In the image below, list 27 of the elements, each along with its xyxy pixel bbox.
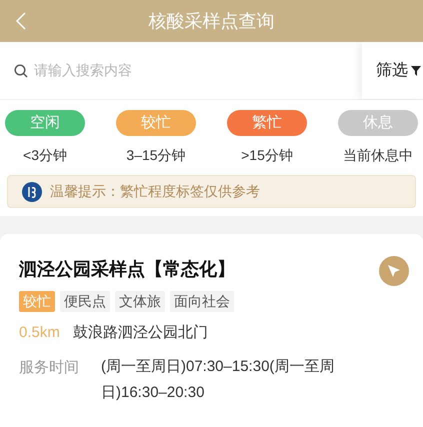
tag: 较忙 [19,291,55,312]
site-name: 泗泾公园采样点【常态化】 [19,258,235,281]
filter-button[interactable]: 筛选 [362,42,423,99]
tag: 便民点 [60,291,110,312]
navigate-button[interactable] [379,256,409,286]
tag: 面向社会 [170,291,234,312]
search-icon [14,64,28,78]
tag: 文体旅 [115,291,165,312]
navigation-arrow-icon [387,264,401,278]
distance-label: 0.5km [19,323,60,343]
funnel-icon [411,66,421,76]
hours-label: 服务时间 [19,358,79,378]
busy-level-badge: 繁忙 [227,110,307,136]
hours-text: (周一至周日)07:30–15:30(周一至周日)16:30–20:30 [101,356,336,402]
busy-level-badge: 较忙 [116,110,196,136]
page-title: 核酸采样点查询 [148,10,274,32]
back-icon [16,12,26,30]
address-text: 鼓浪路泗泾公园北门 [72,323,208,343]
wait-time-label: >15分钟 [241,146,293,165]
busy-level-badge: 空闲 [5,110,85,136]
wait-time-label: 3–15分钟 [126,146,186,165]
badge-logo-icon [22,182,42,202]
search-field[interactable]: 请输入搜索内容 [34,60,234,81]
site-card[interactable]: 泗泾公园采样点【常态化】 较忙 便民点 文体旅 面向社会 0.5km 鼓浪路泗泾公园北门 服务时间 (周一至周日)07:30–15:30(周一至周日)16:30–20:30 [0,234,423,427]
tip-text: 温馨提示：繁忙程度标签仅供参考 [50,182,260,201]
wait-time-label: <3分钟 [23,146,67,165]
wait-time-label: 当前休息中 [343,146,413,165]
